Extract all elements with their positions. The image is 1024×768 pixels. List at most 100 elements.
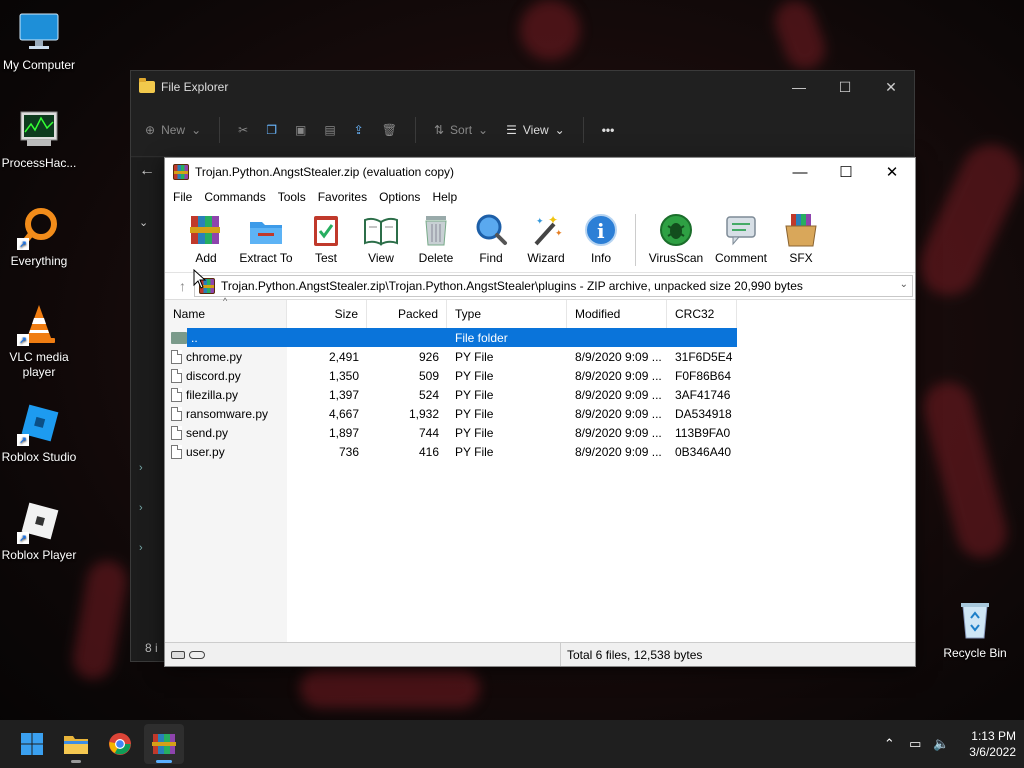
table-row[interactable]: filezilla.py 1,397 524 PY File 8/9/2020 … (165, 385, 915, 404)
close-button[interactable]: ✕ (869, 158, 915, 186)
minimize-button[interactable]: — (777, 158, 823, 186)
chevron-right-icon[interactable]: › (139, 542, 143, 554)
explorer-titlebar[interactable]: File Explorer — ☐ ✕ (131, 71, 914, 103)
explorer-toolbar: ⊕ New ⌄ ✂ ❐ ▣ ▤ ⇪ 🗑 ⇅ Sort ⌄ ☰ View ⌄ ••• (131, 103, 914, 157)
table-row[interactable]: user.py 736 416 PY File 8/9/2020 9:09 ..… (165, 442, 915, 461)
view-button[interactable]: ☰ View ⌄ (506, 123, 565, 137)
winrar-icon (173, 164, 189, 180)
chevron-down-icon[interactable]: ⌄ (900, 279, 908, 290)
extract-to-button[interactable]: Extract To (234, 212, 298, 265)
paste-icon[interactable]: ▣ (295, 123, 306, 137)
copy-icon[interactable]: ❐ (266, 123, 277, 137)
delete-icon[interactable]: 🗑 (382, 123, 397, 137)
winrar-titlebar[interactable]: Trojan.Python.AngstStealer.zip (evaluati… (165, 158, 915, 186)
sort-button[interactable]: ⇅ Sort ⌄ (434, 123, 488, 137)
table-row-parent-folder[interactable]: .. File folder (165, 328, 915, 347)
taskbar: ⌃ ▭ 🔈 1:13 PM 3/6/2022 (0, 720, 1024, 768)
plus-circle-icon: ⊕ (145, 122, 156, 137)
view-button[interactable]: View (354, 212, 408, 265)
find-button[interactable]: Find (464, 212, 518, 265)
back-arrow-icon[interactable]: ← (139, 162, 155, 180)
key-icon[interactable] (189, 650, 205, 659)
shortcut-arrow-icon: ↗ (17, 532, 29, 544)
menu-file[interactable]: File (173, 190, 192, 204)
desktop-icon-roblox-player[interactable]: ↗ Roblox Player (0, 500, 78, 563)
shortcut-arrow-icon: ↗ (17, 434, 29, 446)
wallpaper-decoration (769, 0, 831, 75)
add-button[interactable]: Add (179, 212, 233, 265)
monitor-icon (17, 10, 61, 54)
table-row[interactable]: discord.py 1,350 509 PY File 8/9/2020 9:… (165, 366, 915, 385)
desktop-icon-vlc[interactable]: ↗ VLC media player (0, 302, 78, 380)
column-header-size[interactable]: Size (287, 300, 367, 328)
minimize-button[interactable]: — (776, 71, 822, 103)
chevron-up-icon[interactable]: ⌃ (881, 736, 897, 752)
menu-favorites[interactable]: Favorites (318, 190, 367, 204)
volume-icon[interactable]: 🔈 (933, 736, 949, 752)
file-icon (171, 444, 182, 459)
chevron-right-icon[interactable]: › (139, 462, 143, 474)
info-button[interactable]: i Info (574, 212, 628, 265)
virusscan-button[interactable]: VirusScan (644, 212, 708, 265)
chevron-down-icon[interactable]: ⌄ (139, 216, 148, 229)
more-options-icon[interactable]: ••• (602, 123, 615, 137)
running-indicator (156, 760, 172, 763)
svg-text:i: i (597, 219, 605, 243)
sfx-box-icon (783, 212, 819, 248)
column-header-type[interactable]: Type (447, 300, 567, 328)
chevron-right-icon[interactable]: › (139, 502, 143, 514)
menu-tools[interactable]: Tools (278, 190, 306, 204)
column-header-packed[interactable]: Packed (367, 300, 447, 328)
column-header-modified[interactable]: Modified (567, 300, 667, 328)
everything-search-icon: ↗ (17, 206, 61, 250)
rename-icon[interactable]: ▤ (324, 123, 335, 137)
comment-button[interactable]: Comment (709, 212, 773, 265)
taskbar-winrar[interactable] (144, 724, 184, 764)
delete-button[interactable]: Delete (409, 212, 463, 265)
start-button[interactable] (12, 724, 52, 764)
desktop-icon-my-computer[interactable]: My Computer (0, 10, 78, 73)
maximize-button[interactable]: ☐ (823, 158, 869, 186)
share-icon[interactable]: ⇪ (354, 123, 364, 137)
menu-commands[interactable]: Commands (204, 190, 265, 204)
taskbar-chrome[interactable] (100, 724, 140, 764)
file-list[interactable]: ^ Name Size Packed Type Modified CRC32 ..… (165, 296, 915, 642)
column-header-crc32[interactable]: CRC32 (667, 300, 737, 328)
desktop-icon-processhacker[interactable]: ProcessHac... (0, 108, 78, 171)
file-rows: .. File folder chrome.py 2,491 926 PY Fi… (165, 328, 915, 461)
network-icon[interactable]: ▭ (907, 736, 923, 752)
sfx-button[interactable]: SFX (774, 212, 828, 265)
table-row[interactable]: ransomware.py 4,667 1,932 PY File 8/9/20… (165, 404, 915, 423)
cut-icon[interactable]: ✂ (238, 123, 248, 137)
test-button[interactable]: Test (299, 212, 353, 265)
winrar-title: Trojan.Python.AngstStealer.zip (evaluati… (195, 165, 455, 179)
menu-help[interactable]: Help (432, 190, 457, 204)
winrar-window[interactable]: Trojan.Python.AngstStealer.zip (evaluati… (164, 157, 916, 667)
table-row[interactable]: chrome.py 2,491 926 PY File 8/9/2020 9:0… (165, 347, 915, 366)
new-button[interactable]: ⊕ New ⌄ (145, 123, 201, 137)
system-tray: ⌃ ▭ 🔈 1:13 PM 3/6/2022 (881, 720, 1016, 768)
column-header-name[interactable]: ^ Name (165, 296, 287, 328)
path-text: Trojan.Python.AngstStealer.zip\Trojan.Py… (221, 278, 803, 293)
close-button[interactable]: ✕ (868, 71, 914, 103)
sort-up-icon: ^ (223, 296, 228, 306)
explorer-nav-pane: ← ⌄ › › › 8 i (131, 158, 165, 661)
drive-icon[interactable] (171, 650, 185, 659)
roblox-player-icon: ↗ (17, 500, 61, 544)
file-icon (171, 425, 182, 440)
table-row[interactable]: send.py 1,897 744 PY File 8/9/2020 9:09 … (165, 423, 915, 442)
clock[interactable]: 1:13 PM 3/6/2022 (969, 728, 1016, 760)
menu-options[interactable]: Options (379, 190, 420, 204)
desktop-icon-everything[interactable]: ↗ Everything (0, 206, 78, 269)
taskbar-file-explorer[interactable] (56, 724, 96, 764)
desktop-icon-recycle-bin[interactable]: Recycle Bin (936, 598, 1014, 661)
windows-logo-icon (21, 733, 43, 755)
desktop-icon-roblox-studio[interactable]: ↗ Roblox Studio (0, 402, 78, 465)
up-arrow-icon[interactable]: ↑ (179, 278, 186, 294)
chevron-down-icon: ⌄ (191, 122, 202, 137)
path-field[interactable]: Trojan.Python.AngstStealer.zip\Trojan.Py… (194, 274, 913, 297)
maximize-button[interactable]: ☐ (822, 71, 868, 103)
wallpaper-decoration (520, 0, 580, 60)
wizard-button[interactable]: ✦ ✦ ✦ Wizard (519, 212, 573, 265)
file-icon (171, 387, 182, 402)
